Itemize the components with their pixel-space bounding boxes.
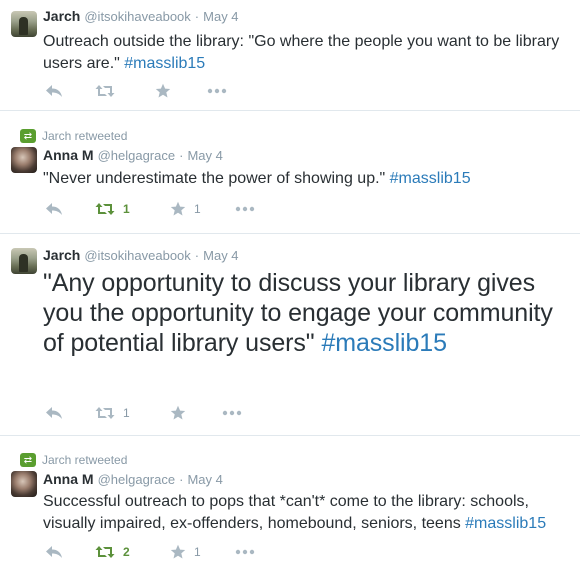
avatar[interactable] — [11, 147, 37, 173]
ellipsis-icon — [207, 88, 227, 94]
ellipsis-icon — [235, 206, 255, 212]
time-separator: · — [179, 472, 184, 487]
star-icon — [170, 201, 186, 216]
reply-button[interactable] — [45, 199, 63, 219]
reply-button[interactable] — [45, 542, 63, 562]
user-name[interactable]: Anna M — [43, 147, 94, 163]
retweeted-by[interactable]: Jarch retweeted — [42, 129, 127, 143]
ellipsis-icon — [235, 549, 255, 555]
favorite-count: 1 — [194, 202, 201, 216]
retweet-count: 1 — [123, 406, 130, 420]
time-separator: · — [194, 248, 200, 263]
more-button[interactable] — [222, 403, 242, 423]
retweet-button[interactable] — [95, 81, 123, 101]
reply-arrow-icon — [46, 85, 62, 97]
tweet[interactable]: Jarch @itsokihaveabook · May 4 Outreach … — [0, 0, 580, 111]
user-handle[interactable]: @helgagrace — [98, 148, 176, 163]
favorite-button[interactable]: 1 — [170, 199, 201, 219]
user-handle[interactable]: @helgagrace — [98, 472, 176, 487]
tweet-header: Anna M @helgagrace · May 4 — [43, 471, 223, 489]
tweet-text: Outreach outside the library: "Go where … — [43, 31, 573, 75]
retweet-icon — [95, 546, 115, 558]
tweet[interactable]: Jarch @itsokihaveabook · May 4 "Any oppo… — [0, 234, 580, 436]
time-separator: · — [179, 148, 184, 163]
tweet-body: Outreach outside the library: "Go where … — [43, 33, 560, 72]
user-handle[interactable]: @itsokihaveabook — [84, 248, 190, 263]
retweet-button[interactable]: 1 — [95, 199, 130, 219]
retweet-badge-icon: ⇄ — [20, 129, 36, 143]
star-icon — [170, 405, 186, 420]
star-icon — [155, 83, 171, 98]
tweet-body: "Any opportunity to discuss your library… — [43, 269, 553, 357]
favorite-button[interactable]: 1 — [170, 542, 201, 562]
tweet-header: Jarch @itsokihaveabook · May 4 — [43, 247, 239, 265]
tweet[interactable]: ⇄ Jarch retweeted Anna M @helgagrace · M… — [0, 111, 580, 234]
user-name[interactable]: Jarch — [43, 247, 80, 263]
retweet-icon — [95, 407, 115, 419]
timestamp[interactable]: May 4 — [187, 472, 222, 487]
tweet-text: "Never underestimate the power of showin… — [43, 168, 573, 190]
user-name[interactable]: Jarch — [43, 8, 80, 24]
tweet-header: Anna M @helgagrace · May 4 — [43, 147, 223, 165]
timestamp[interactable]: May 4 — [203, 9, 238, 24]
retweet-icon — [95, 203, 115, 215]
more-button[interactable] — [207, 81, 227, 101]
favorite-button[interactable] — [155, 81, 179, 101]
tweet-text: Successful outreach to pops that *can't*… — [43, 491, 573, 535]
timestamp[interactable]: May 4 — [187, 148, 222, 163]
hashtag-link[interactable]: #masslib15 — [390, 170, 471, 187]
retweet-badge-icon: ⇄ — [20, 453, 36, 467]
avatar[interactable] — [11, 11, 37, 37]
tweet[interactable]: ⇄ Jarch retweeted Anna M @helgagrace · M… — [0, 436, 580, 571]
retweet-context: ⇄ Jarch retweeted — [20, 452, 127, 468]
retweet-context: ⇄ Jarch retweeted — [20, 128, 127, 144]
retweeted-by[interactable]: Jarch retweeted — [42, 453, 127, 467]
ellipsis-icon — [222, 410, 242, 416]
retweet-button[interactable]: 2 — [95, 542, 130, 562]
tweet-actions: 2 1 — [45, 542, 345, 562]
retweet-count: 2 — [123, 545, 130, 559]
tweet-actions: 1 1 — [45, 199, 345, 219]
hashtag-link[interactable]: #masslib15 — [465, 515, 546, 532]
favorite-button[interactable] — [170, 403, 194, 423]
retweet-count: 1 — [123, 202, 130, 216]
tweet-body: Successful outreach to pops that *can't*… — [43, 493, 529, 532]
tweet-body: "Never underestimate the power of showin… — [43, 170, 390, 187]
favorite-count: 1 — [194, 545, 201, 559]
time-separator: · — [194, 9, 200, 24]
tweet-text: "Any opportunity to discuss your library… — [43, 268, 573, 358]
tweet-actions: 1 — [45, 403, 345, 423]
tweet-header: Jarch @itsokihaveabook · May 4 — [43, 8, 239, 26]
more-button[interactable] — [235, 199, 255, 219]
more-button[interactable] — [235, 542, 255, 562]
reply-arrow-icon — [46, 203, 62, 215]
star-icon — [170, 544, 186, 559]
reply-button[interactable] — [45, 81, 63, 101]
retweet-button[interactable]: 1 — [95, 403, 130, 423]
hashtag-link[interactable]: #masslib15 — [124, 55, 205, 72]
avatar[interactable] — [11, 248, 37, 274]
user-handle[interactable]: @itsokihaveabook — [84, 9, 190, 24]
reply-arrow-icon — [46, 546, 62, 558]
reply-button[interactable] — [45, 403, 63, 423]
retweet-icon — [95, 85, 115, 97]
reply-arrow-icon — [46, 407, 62, 419]
tweet-actions — [45, 81, 345, 101]
timestamp[interactable]: May 4 — [203, 248, 238, 263]
hashtag-link[interactable]: #masslib15 — [321, 329, 447, 357]
user-name[interactable]: Anna M — [43, 471, 94, 487]
avatar[interactable] — [11, 471, 37, 497]
